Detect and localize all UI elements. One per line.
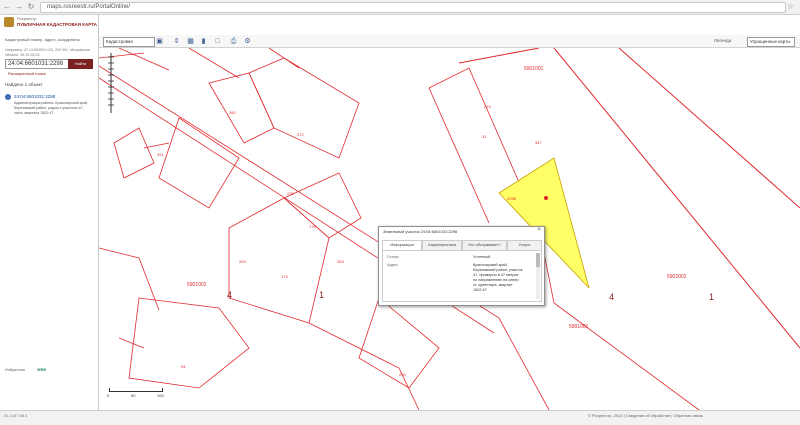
status-label: Статус: [387, 255, 400, 259]
map-label: 1: [319, 290, 324, 300]
bookmark-icon[interactable]: ▮: [199, 37, 208, 46]
map-label: 5901001: [569, 324, 589, 330]
map-label: 2298: [507, 196, 517, 201]
parcel-info-popup: Земельный участок 24:04:6601031:2298 × И…: [378, 226, 545, 306]
map-label: 290: [399, 372, 406, 377]
brand-title: ПУБЛИЧНАЯ КАДАСТРОВАЯ КАРТА: [17, 22, 97, 27]
print-icon[interactable]: ⎙: [229, 37, 238, 46]
url-text: maps.rosreestr.ru/PortalOnline/: [47, 4, 131, 10]
map-label: 94: [181, 364, 186, 369]
legend-button[interactable]: Легенда: [714, 38, 731, 43]
close-icon[interactable]: ×: [537, 227, 541, 233]
popup-body: Статус Учтенный Адрес Красноярский край,…: [382, 250, 542, 302]
map-label: 5901001: [187, 282, 207, 288]
copyright-text: © Росреестр, 2013 | Сведения об обработк…: [588, 413, 703, 418]
map-label: 4: [227, 290, 232, 300]
map-label: 31: [482, 134, 487, 139]
tools-icon[interactable]: ⚙: [243, 37, 252, 46]
map-label: 260: [229, 110, 236, 115]
reload-icon[interactable]: ↻: [26, 2, 36, 12]
map-label: 4: [609, 292, 614, 302]
scale-label-100: 100: [157, 393, 164, 398]
map-label: 5901001: [524, 66, 544, 72]
left-panel: Росреестр ПУБЛИЧНАЯ КАДАСТРОВАЯ КАРТА Ка…: [0, 15, 99, 410]
map-label: 347: [535, 140, 542, 145]
map-label: 176: [309, 224, 316, 229]
scale-bar: [109, 388, 163, 392]
search-input[interactable]: 24:04:6601031:2298: [5, 59, 69, 69]
address-label: Адрес: [387, 263, 398, 267]
folder-icon[interactable]: □: [213, 37, 222, 46]
favorites-label[interactable]: Избранное: [5, 367, 25, 372]
search-hint: Кадастровый номер, адрес, координаты: [5, 37, 80, 42]
result-description: Администрация района. Красноярский край,…: [14, 101, 89, 115]
map-label: 174: [281, 274, 288, 279]
popup-scrollbar[interactable]: [536, 253, 540, 299]
identify-icon[interactable]: ▣: [155, 37, 164, 46]
map-label: 235: [287, 191, 294, 196]
extended-search-link[interactable]: Расширенный поиск: [8, 71, 46, 76]
status-value: Учтенный: [473, 255, 491, 259]
forward-icon[interactable]: →: [14, 2, 24, 12]
popup-scroll-thumb[interactable]: [536, 253, 540, 267]
map-label: 272: [297, 132, 304, 137]
find-button[interactable]: Найти: [68, 59, 93, 69]
popup-title: Земельный участок 24:04:6601031:2298: [383, 229, 458, 234]
basemap-select[interactable]: Упрощенные карты: [747, 37, 795, 47]
map-label: 263: [337, 259, 344, 264]
favorites-icons[interactable]: ■■■: [37, 367, 46, 373]
zoom-slider[interactable]: [107, 53, 115, 113]
layer-select[interactable]: Кадастровая: [103, 37, 155, 47]
results-title: Найдено 1 объект: [5, 82, 43, 87]
map-label: 251: [157, 152, 164, 157]
back-icon[interactable]: ←: [2, 2, 12, 12]
result-pin-icon: [5, 94, 11, 100]
zoom-slider-graphic: [108, 53, 114, 113]
browser-toolbar: ← → ↻ maps.rosreestr.ru/PortalOnline/ ☆: [0, 0, 800, 15]
result-number-link[interactable]: 24:04:6601031:2298: [14, 94, 55, 99]
map-label: 263: [239, 259, 246, 264]
map-label: 1: [709, 292, 714, 302]
map-label: 5902001: [667, 274, 687, 280]
scale-label-50: 50: [131, 393, 136, 398]
measure-icon[interactable]: ⇕: [172, 37, 181, 46]
rosreestr-logo-icon: [4, 17, 14, 27]
address-bar[interactable]: maps.rosreestr.ru/PortalOnline/: [40, 2, 786, 13]
scale-label-0: 0: [107, 393, 110, 398]
building-icon[interactable]: ▦: [186, 37, 195, 46]
org-name: Росреестр: [17, 16, 37, 21]
map-label: 274: [484, 104, 491, 109]
bookmark-star-icon[interactable]: ☆: [787, 2, 794, 11]
search-example: Например: 47:14:603001:123, 200 501, Мос…: [5, 48, 90, 57]
selected-parcel-marker-icon: [544, 196, 548, 200]
address-value: Красноярский край, Березовский район, уч…: [473, 263, 523, 292]
coordinates-readout: 61.1447 58.4: [4, 413, 28, 418]
